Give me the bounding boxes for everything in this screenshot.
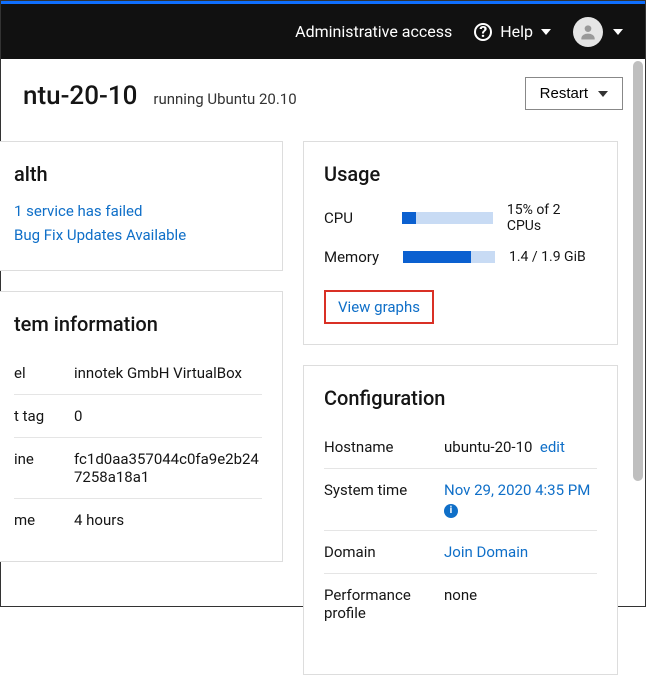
usage-cpu-value: 15% of 2 CPUs bbox=[507, 202, 597, 234]
chevron-down-icon bbox=[541, 29, 551, 35]
health-service-failed-link[interactable]: 1 service has failed bbox=[14, 202, 262, 220]
chevron-down-icon bbox=[598, 91, 608, 97]
config-hostname-label: Hostname bbox=[324, 438, 434, 456]
usage-mem-row: Memory 1.4 / 1.9 GiB bbox=[324, 248, 597, 266]
scrollbar[interactable] bbox=[633, 61, 643, 601]
health-card: alth 1 service has failed Bug Fix Update… bbox=[0, 141, 283, 271]
avatar-icon bbox=[573, 17, 603, 47]
configuration-heading: Configuration bbox=[324, 386, 597, 410]
table-row: Performance profile none bbox=[324, 573, 597, 634]
view-graphs-link[interactable]: View graphs bbox=[338, 298, 420, 316]
restart-label: Restart bbox=[540, 85, 588, 102]
page-body: ntu-20-10 running Ubuntu 20.10 Restart a… bbox=[1, 59, 645, 697]
usage-cpu-label: CPU bbox=[324, 209, 388, 227]
sysinfo-val: fc1d0aa357044c0fa9e2b247258a18a1 bbox=[74, 450, 262, 486]
restart-button[interactable]: Restart bbox=[525, 77, 623, 110]
config-perf-val: none bbox=[444, 586, 477, 622]
sysinfo-val: innotek GmbH VirtualBox bbox=[74, 364, 242, 382]
usage-card: Usage CPU 15% of 2 CPUs Memory 1.4 / 1.9… bbox=[303, 141, 618, 345]
help-label: Help bbox=[500, 22, 533, 41]
config-perf-label: Performance profile bbox=[324, 586, 434, 622]
page-subtitle: running Ubuntu 20.10 bbox=[153, 90, 296, 108]
table-row: System time Nov 29, 2020 4:35 PM i bbox=[324, 468, 597, 530]
config-domain-link[interactable]: Join Domain bbox=[444, 543, 528, 561]
page-title: ntu-20-10 bbox=[23, 81, 137, 111]
table-row: Domain Join Domain bbox=[324, 530, 597, 573]
chevron-down-icon bbox=[613, 29, 623, 35]
scrollbar-thumb[interactable] bbox=[633, 61, 643, 481]
user-menu[interactable] bbox=[573, 17, 623, 47]
usage-mem-value: 1.4 / 1.9 GiB bbox=[509, 249, 586, 265]
usage-cpu-row: CPU 15% of 2 CPUs bbox=[324, 202, 597, 234]
top-header: Administrative access ? Help bbox=[1, 4, 645, 59]
sysinfo-val: 0 bbox=[74, 407, 82, 425]
configuration-card: Configuration Hostname ubuntu-20-10 edit… bbox=[303, 365, 618, 675]
help-menu[interactable]: ? Help bbox=[474, 22, 551, 41]
table-row: el innotek GmbH VirtualBox bbox=[14, 352, 262, 394]
help-icon: ? bbox=[474, 23, 492, 41]
info-icon[interactable]: i bbox=[444, 504, 458, 518]
health-heading: alth bbox=[14, 162, 262, 186]
usage-mem-bar bbox=[403, 251, 495, 263]
usage-mem-label: Memory bbox=[324, 248, 389, 266]
config-systime-link[interactable]: Nov 29, 2020 4:35 PM bbox=[444, 481, 590, 499]
sysinfo-key: el bbox=[14, 364, 64, 382]
table-row: t tag 0 bbox=[14, 394, 262, 437]
admin-access-link[interactable]: Administrative access bbox=[295, 22, 452, 41]
config-systime-label: System time bbox=[324, 481, 434, 518]
usage-heading: Usage bbox=[324, 162, 597, 186]
config-hostname-val: ubuntu-20-10 edit bbox=[444, 438, 565, 456]
sysinfo-key: ine bbox=[14, 450, 64, 486]
sysinfo-val: 4 hours bbox=[74, 511, 124, 529]
system-info-heading: tem information bbox=[14, 312, 262, 336]
table-row: Hostname ubuntu-20-10 edit bbox=[324, 426, 597, 468]
table-row: ine fc1d0aa357044c0fa9e2b247258a18a1 bbox=[14, 437, 262, 498]
view-graphs-highlight: View graphs bbox=[324, 290, 434, 324]
sysinfo-key: t tag bbox=[14, 407, 64, 425]
config-domain-label: Domain bbox=[324, 543, 434, 561]
system-info-card: tem information el innotek GmbH VirtualB… bbox=[0, 291, 283, 562]
hostname-edit-link[interactable]: edit bbox=[540, 438, 565, 456]
sysinfo-key: me bbox=[14, 511, 64, 529]
table-row: me 4 hours bbox=[14, 498, 262, 541]
usage-cpu-bar bbox=[402, 212, 493, 224]
health-updates-link[interactable]: Bug Fix Updates Available bbox=[14, 226, 262, 244]
